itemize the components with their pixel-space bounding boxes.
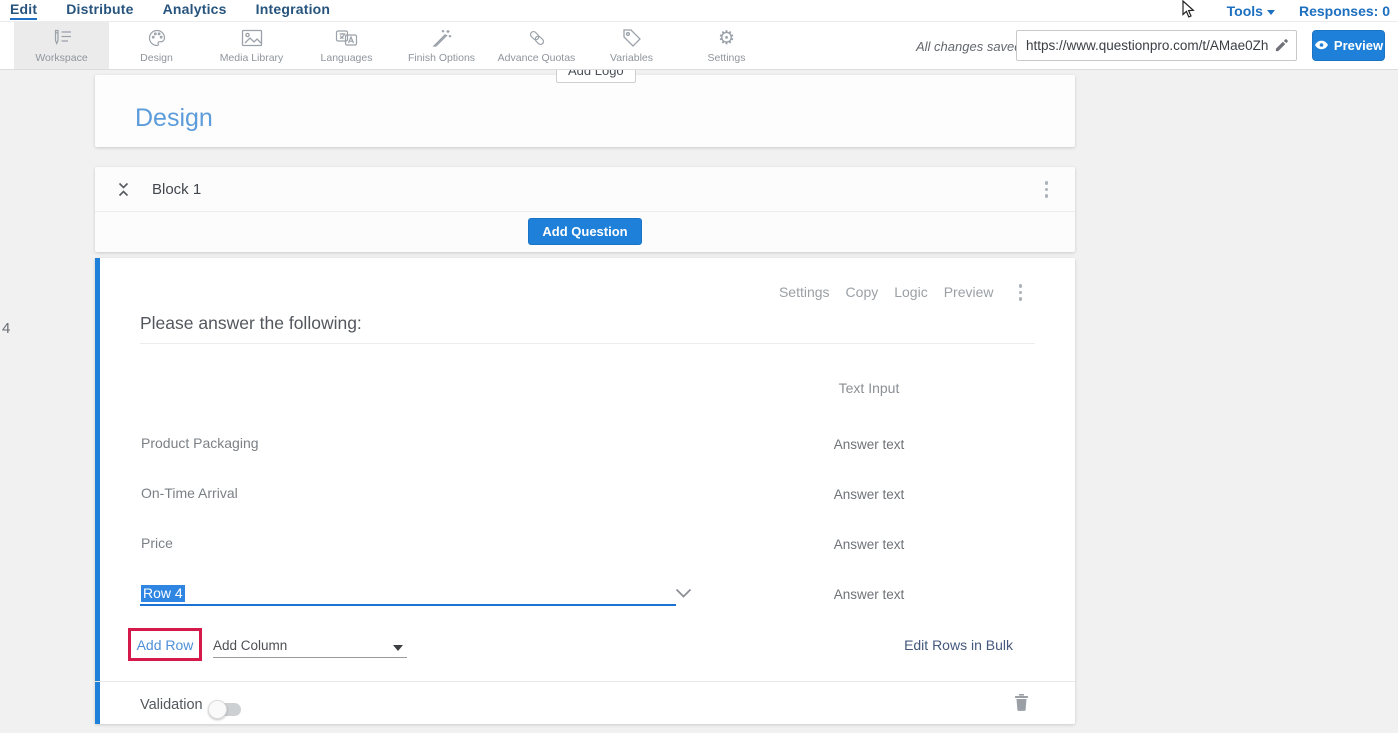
row-edit-underline bbox=[140, 604, 676, 606]
answer-text-placeholder[interactable]: Answer text bbox=[834, 587, 905, 602]
edit-url-pencil-icon[interactable] bbox=[1274, 38, 1289, 58]
chevron-down-icon bbox=[1267, 10, 1275, 15]
question-preview-link[interactable]: Preview bbox=[944, 284, 994, 300]
gear-icon: ⚙ bbox=[718, 27, 735, 49]
question-copy-link[interactable]: Copy bbox=[846, 284, 879, 300]
block-header: Block 1 bbox=[95, 167, 1075, 212]
answer-text-placeholder[interactable]: Answer text bbox=[834, 437, 905, 452]
toolbar-item-variables[interactable]: Variables bbox=[584, 22, 679, 69]
top-nav-right: Tools Responses: 0 bbox=[1227, 0, 1390, 22]
row-label[interactable]: Product Packaging bbox=[141, 435, 259, 451]
question-title-divider bbox=[140, 343, 1035, 344]
nav-tab-edit[interactable]: Edit bbox=[10, 1, 37, 20]
matrix-row: Product Packaging Answer text bbox=[95, 435, 1075, 455]
question-settings-link[interactable]: Settings bbox=[779, 284, 830, 300]
row-label[interactable]: On-Time Arrival bbox=[141, 485, 238, 501]
editor-toolbar: Workspace Design bbox=[0, 22, 1398, 70]
add-row-annotation-box: Add Row bbox=[128, 628, 202, 661]
preview-button-label: Preview bbox=[1334, 38, 1383, 53]
edit-rows-in-bulk-link[interactable]: Edit Rows in Bulk bbox=[904, 637, 1013, 653]
caret-down-icon bbox=[393, 645, 403, 651]
matrix-row: Price Answer text bbox=[95, 535, 1075, 555]
row-label[interactable]: Price bbox=[141, 535, 173, 551]
toolbar-label: Advance Quotas bbox=[498, 52, 576, 64]
row-edit-input[interactable]: Row 4 bbox=[141, 585, 185, 602]
tools-label: Tools bbox=[1227, 3, 1263, 19]
toggle-knob bbox=[208, 700, 227, 719]
toolbar-item-workspace[interactable]: Workspace bbox=[14, 22, 109, 69]
workspace-icon bbox=[51, 27, 73, 49]
eye-icon bbox=[1314, 38, 1329, 53]
question-number: 4 bbox=[2, 320, 10, 337]
top-nav: Edit Distribute Analytics Integration To… bbox=[0, 0, 1398, 22]
block-options-menu-icon[interactable] bbox=[1042, 178, 1052, 201]
chevron-down-icon[interactable] bbox=[675, 586, 692, 604]
preview-button[interactable]: Preview bbox=[1312, 30, 1385, 61]
answer-text-placeholder[interactable]: Answer text bbox=[834, 537, 905, 552]
delete-question-trash-icon[interactable] bbox=[1014, 693, 1029, 716]
survey-url-box bbox=[1016, 30, 1297, 61]
add-row-button[interactable]: Add Row bbox=[137, 637, 194, 653]
toolbar-label: Workspace bbox=[35, 52, 87, 64]
top-nav-links: Edit Distribute Analytics Integration bbox=[0, 1, 330, 20]
toolbar-label: Finish Options bbox=[408, 52, 475, 64]
responses-count[interactable]: Responses: 0 bbox=[1299, 3, 1390, 19]
survey-url-input[interactable] bbox=[1017, 31, 1269, 60]
matrix-row-editing: Row 4 Answer text bbox=[95, 585, 1075, 605]
image-icon bbox=[241, 27, 263, 49]
validation-toggle[interactable] bbox=[211, 703, 241, 716]
questionpro-survey-editor: Edit Distribute Analytics Integration To… bbox=[0, 0, 1398, 733]
toolbar-label: Media Library bbox=[220, 52, 284, 64]
question-card: Settings Copy Logic Preview Please answe… bbox=[95, 258, 1075, 724]
collapse-block-icon[interactable] bbox=[117, 182, 130, 202]
toolbar-item-languages[interactable]: Languages bbox=[299, 22, 394, 69]
add-column-select[interactable]: Add Column bbox=[213, 637, 407, 658]
nav-tab-analytics[interactable]: Analytics bbox=[163, 1, 227, 20]
page-title: Design bbox=[135, 104, 213, 133]
save-status-text: All changes saved bbox=[916, 39, 1022, 54]
nav-tab-distribute[interactable]: Distribute bbox=[66, 1, 133, 20]
toolbar-item-design[interactable]: Design bbox=[109, 22, 204, 69]
toolbar-label: Languages bbox=[321, 52, 373, 64]
link-icon bbox=[526, 27, 548, 49]
toolbar-item-finish-options[interactable]: Finish Options bbox=[394, 22, 489, 69]
nav-tab-integration[interactable]: Integration bbox=[256, 1, 331, 20]
question-footer-divider bbox=[95, 681, 1075, 682]
translate-icon bbox=[335, 27, 359, 49]
magic-wand-icon bbox=[432, 27, 452, 49]
validation-label: Validation bbox=[140, 697, 203, 713]
toolbar-label: Variables bbox=[610, 52, 653, 64]
answer-text-placeholder[interactable]: Answer text bbox=[834, 487, 905, 502]
toolbar-label: Design bbox=[140, 52, 173, 64]
question-options-menu-icon[interactable] bbox=[1016, 281, 1026, 304]
column-header-text-input: Text Input bbox=[839, 380, 900, 396]
question-action-menu: Settings Copy Logic Preview bbox=[779, 281, 1025, 304]
add-column-label: Add Column bbox=[213, 638, 287, 653]
toolbar-item-settings[interactable]: ⚙ Settings bbox=[679, 22, 774, 69]
add-question-button[interactable]: Add Question bbox=[528, 218, 641, 245]
tag-icon bbox=[622, 27, 642, 49]
question-title[interactable]: Please answer the following: bbox=[140, 313, 362, 334]
block-card: Block 1 Add Question bbox=[95, 167, 1075, 252]
tools-menu[interactable]: Tools bbox=[1227, 3, 1275, 19]
add-question-row: Add Question bbox=[95, 212, 1075, 251]
toolbar-item-advance-quotas[interactable]: Advance Quotas bbox=[489, 22, 584, 69]
toolbar-label: Settings bbox=[708, 52, 746, 64]
matrix-row: On-Time Arrival Answer text bbox=[95, 485, 1075, 505]
block-title: Block 1 bbox=[152, 181, 201, 198]
question-logic-link[interactable]: Logic bbox=[894, 284, 927, 300]
design-header-card: Design bbox=[95, 75, 1075, 147]
toolbar-item-media-library[interactable]: Media Library bbox=[204, 22, 299, 69]
palette-icon bbox=[147, 27, 167, 49]
